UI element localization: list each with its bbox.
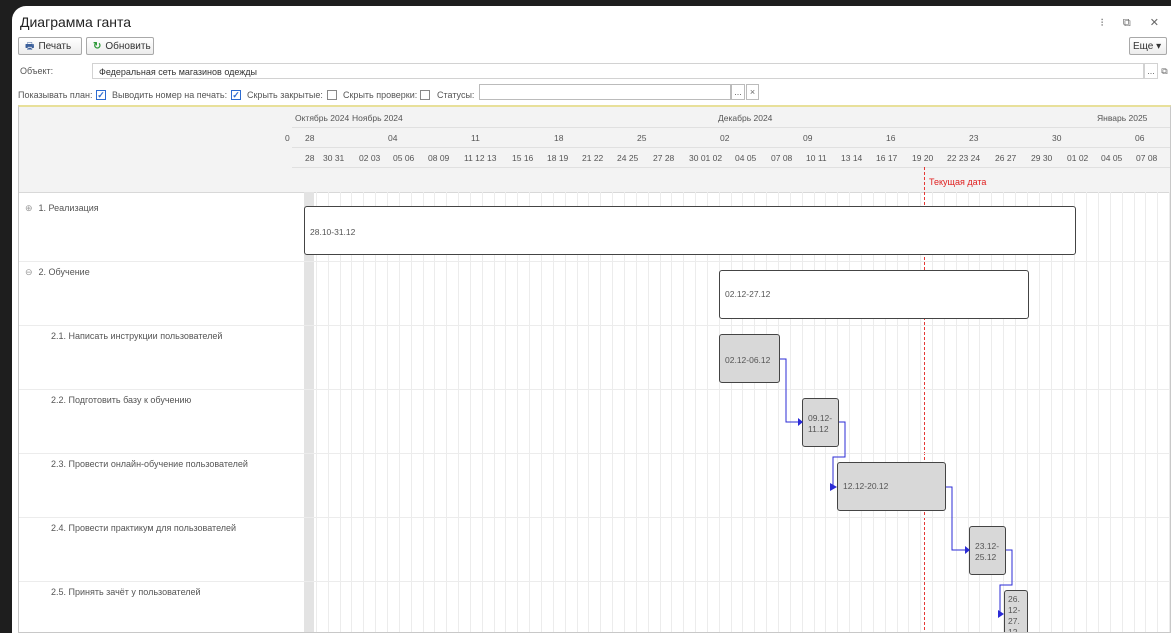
statuses-field[interactable] (479, 84, 731, 100)
print-button[interactable]: 🖶 Печать (18, 37, 82, 55)
statuses-clear-button[interactable]: × (746, 84, 759, 100)
dependency-link (946, 486, 965, 551)
more-button[interactable]: Еще ▾ (1129, 37, 1167, 55)
refresh-button[interactable]: ↻ Обновить (86, 37, 154, 55)
show-plan-checkbox[interactable]: ✓ (96, 90, 106, 100)
object-field[interactable]: Федеральная сеть магазинов одежды (92, 63, 1144, 79)
dependency-link (999, 549, 1013, 614)
object-label: Объект: (20, 66, 54, 76)
statuses-select-button[interactable]: ... (731, 84, 745, 100)
printer-icon: 🖶 (25, 41, 35, 52)
print-number-label: Выводить номер на печать: (112, 90, 228, 100)
link-arrow (798, 418, 803, 426)
link-arrow (998, 610, 1004, 618)
print-number-checkbox[interactable]: ✓ (231, 90, 241, 100)
hide-closed-checkbox[interactable] (327, 90, 337, 100)
hide-checks-checkbox[interactable] (420, 90, 430, 100)
gantt-window: Диаграмма ганта ⁝ ⧉ ✕ 🖶 Печать ↻ Обновить … (12, 6, 1171, 633)
hide-checks-label: Скрыть проверки: (343, 90, 418, 100)
dependency-link (832, 421, 846, 487)
hide-closed-label: Скрыть закрытые: (247, 90, 323, 100)
gantt-chart: Октябрь 2024 Ноябрь 2024 Декабрь 2024 Ян… (18, 105, 1171, 633)
window-controls[interactable]: ⁝ ⧉ ✕ (1100, 16, 1167, 30)
dependency-links (780, 358, 1013, 618)
object-select-button[interactable]: ... (1144, 63, 1158, 79)
object-open-button[interactable]: ⧉ (1158, 63, 1171, 79)
refresh-icon: ↻ (93, 41, 102, 52)
print-label: Печать (38, 41, 72, 52)
link-arrow (965, 546, 970, 554)
refresh-label: Обновить (105, 41, 151, 52)
dependency-link (780, 358, 798, 423)
statuses-label: Статусы: (437, 90, 475, 100)
window-title: Диаграмма ганта (20, 14, 132, 30)
show-plan-label: Показывать план: (18, 90, 93, 100)
